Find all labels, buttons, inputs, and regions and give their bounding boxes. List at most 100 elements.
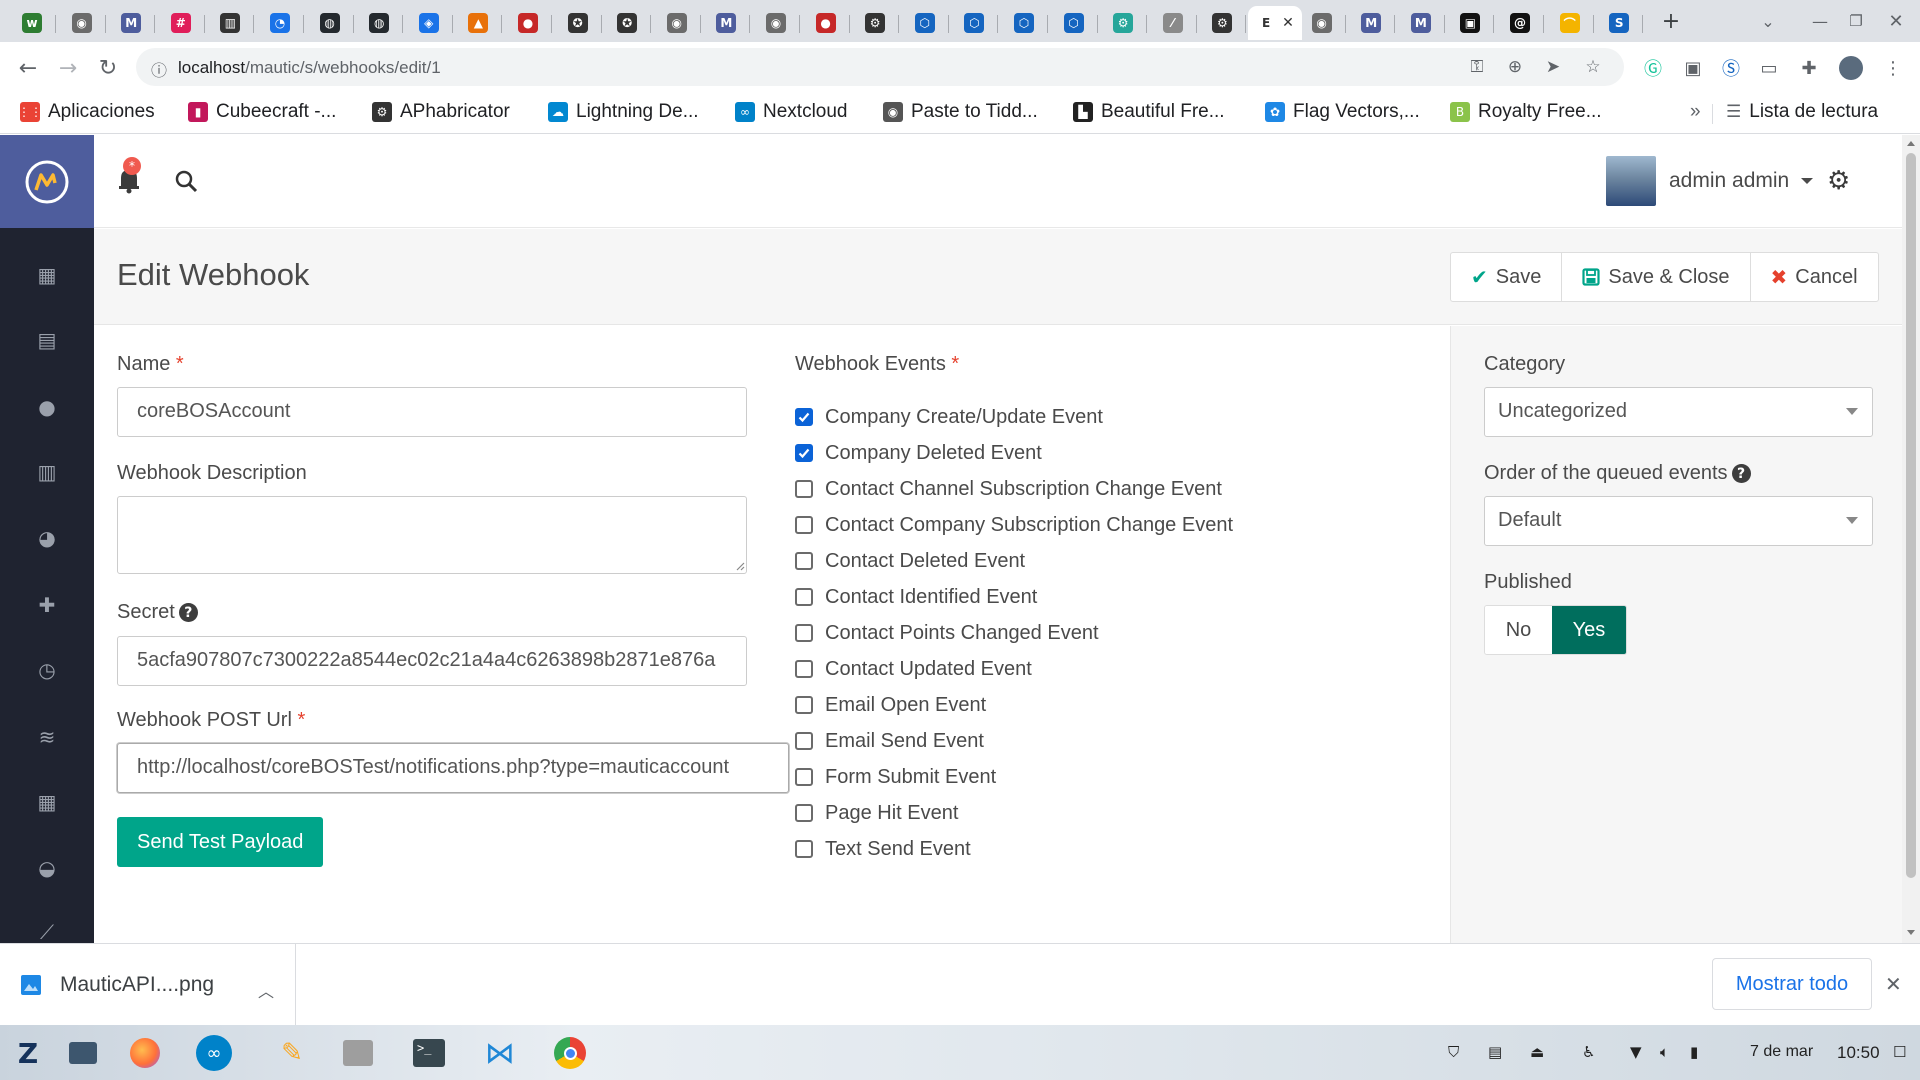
- help-icon[interactable]: ?: [1731, 464, 1751, 484]
- event-checkbox-row[interactable]: Contact Company Subscription Change Even…: [795, 510, 1233, 540]
- browser-tab[interactable]: ⚙: [1099, 6, 1148, 40]
- browser-tab[interactable]: E ✕: [1248, 6, 1302, 40]
- browser-tab[interactable]: ◉: [1298, 6, 1346, 40]
- close-downloads-icon[interactable]: ✕: [1885, 972, 1902, 996]
- close-window-button[interactable]: ✕: [1880, 5, 1912, 37]
- bookmarks-overflow-button[interactable]: »: [1690, 99, 1701, 125]
- secret-input[interactable]: 5acfa907807c7300222a8544ec02c21a4a4c6263…: [117, 636, 747, 686]
- browser-tab[interactable]: w: [8, 6, 56, 40]
- zoom-icon[interactable]: ⊕: [1504, 57, 1526, 79]
- contacts-icon[interactable]: ●: [27, 392, 67, 422]
- save-button[interactable]: ✔ Save: [1451, 253, 1563, 301]
- browser-tab[interactable]: @: [1496, 6, 1544, 40]
- reading-list-button[interactable]: ☰ Lista de lectura: [1726, 99, 1878, 125]
- url-text[interactable]: localhost/mautic/s/webhooks/edit/1: [178, 58, 441, 78]
- browser-tab[interactable]: ◉: [653, 6, 701, 40]
- send-icon[interactable]: ➤: [1542, 57, 1564, 79]
- show-all-button[interactable]: Mostrar todo: [1712, 958, 1872, 1010]
- settings-gear-icon[interactable]: ⚙: [1827, 166, 1850, 196]
- notifications-icon[interactable]: ☐: [1893, 1043, 1906, 1061]
- browser-tab[interactable]: ▣: [1446, 6, 1495, 40]
- files-icon[interactable]: [63, 1033, 103, 1073]
- grammarly-icon[interactable]: Ⓖ: [1640, 55, 1666, 81]
- download-options-chevron-icon[interactable]: ︿: [258, 978, 274, 1002]
- notifications-bell-icon[interactable]: *: [114, 157, 144, 195]
- browser-tab[interactable]: ⬡: [1000, 6, 1048, 40]
- browser-tab[interactable]: ⬡: [1050, 6, 1098, 40]
- search-icon[interactable]: [174, 169, 198, 193]
- mautic-logo[interactable]: [0, 135, 94, 228]
- event-checkbox-row[interactable]: Contact Identified Event: [795, 582, 1037, 612]
- browser-tab[interactable]: ●: [504, 6, 552, 40]
- points-icon[interactable]: ◷: [27, 655, 67, 685]
- event-checkbox[interactable]: [795, 804, 813, 822]
- channels-icon[interactable]: ≋: [27, 722, 67, 752]
- browser-tab[interactable]: #: [157, 6, 205, 40]
- event-checkbox-row[interactable]: Contact Deleted Event: [795, 546, 1025, 576]
- dashboard-icon[interactable]: ▦: [27, 260, 67, 290]
- vscode-icon[interactable]: ⋈: [480, 1033, 520, 1073]
- bookmark-item[interactable]: ⚙ APhabricator: [372, 99, 510, 125]
- browser-tab[interactable]: ◈: [405, 6, 453, 40]
- event-checkbox-row[interactable]: Company Create/Update Event: [795, 402, 1103, 432]
- browser-tab[interactable]: ◉: [752, 6, 800, 40]
- profile-avatar-icon[interactable]: [1838, 55, 1864, 81]
- key-icon[interactable]: ⚿: [1466, 57, 1488, 79]
- s-extension-icon[interactable]: Ⓢ: [1718, 55, 1744, 81]
- reload-button[interactable]: ↻: [92, 52, 124, 84]
- browser-tab[interactable]: ▲: [454, 6, 503, 40]
- user-menu[interactable]: admin admin: [1669, 169, 1814, 193]
- event-checkbox[interactable]: [795, 444, 813, 462]
- cast-icon[interactable]: ▭: [1756, 55, 1782, 81]
- event-checkbox[interactable]: [795, 624, 813, 642]
- tab-search-button[interactable]: ⌄: [1752, 5, 1784, 37]
- event-checkbox-row[interactable]: Email Open Event: [795, 690, 986, 720]
- user-avatar[interactable]: [1606, 156, 1656, 206]
- event-checkbox[interactable]: [795, 480, 813, 498]
- browser-tab[interactable]: ◉: [58, 6, 106, 40]
- event-checkbox[interactable]: [795, 660, 813, 678]
- file-manager-icon[interactable]: [338, 1033, 378, 1073]
- eject-icon[interactable]: ⏏: [1530, 1043, 1544, 1061]
- zorin-menu-icon[interactable]: Z: [8, 1033, 48, 1073]
- send-test-payload-button[interactable]: Send Test Payload: [117, 817, 324, 867]
- event-checkbox[interactable]: [795, 408, 813, 426]
- components-icon[interactable]: ✚: [27, 590, 67, 620]
- event-checkbox-row[interactable]: Contact Updated Event: [795, 654, 1032, 684]
- page-scrollbar[interactable]: [1902, 135, 1920, 943]
- restore-button[interactable]: ❐: [1840, 5, 1872, 37]
- taskbar-date[interactable]: 7 de mar: [1750, 1043, 1813, 1061]
- close-tab-icon[interactable]: ✕: [1282, 15, 1294, 31]
- order-select[interactable]: Default: [1484, 496, 1873, 546]
- calendar-icon[interactable]: ▤: [27, 325, 67, 355]
- event-checkbox[interactable]: [795, 588, 813, 606]
- wifi-icon[interactable]: ▼: [1630, 1043, 1642, 1061]
- browser-tab[interactable]: M: [1397, 6, 1445, 40]
- editor-pencil-icon[interactable]: ✎: [272, 1033, 312, 1073]
- bookmark-item[interactable]: ▙ Beautiful Fre...: [1073, 99, 1225, 125]
- bookmark-item[interactable]: ✿ Flag Vectors,...: [1265, 99, 1420, 125]
- browser-tab[interactable]: M: [702, 6, 751, 40]
- chrome-icon[interactable]: [550, 1033, 590, 1073]
- browser-tab[interactable]: S: [1595, 6, 1644, 40]
- event-checkbox-row[interactable]: Contact Points Changed Event: [795, 618, 1099, 648]
- event-checkbox-row[interactable]: Contact Channel Subscription Change Even…: [795, 474, 1222, 504]
- scroll-down-arrow-icon[interactable]: [1907, 930, 1915, 935]
- back-button[interactable]: ←: [12, 52, 44, 84]
- scrollbar-thumb[interactable]: [1906, 153, 1916, 878]
- download-item[interactable]: MauticAPI....png: [20, 966, 214, 1004]
- bookmark-item[interactable]: ☁ Lightning De...: [548, 99, 699, 125]
- browser-tab[interactable]: ◔: [256, 6, 304, 40]
- extension-icon[interactable]: ▣: [1680, 55, 1706, 81]
- firefox-icon[interactable]: [125, 1033, 165, 1073]
- segments-icon[interactable]: ◕: [27, 523, 67, 553]
- published-yes-button[interactable]: Yes: [1552, 606, 1626, 654]
- browser-tab[interactable]: ⬡: [901, 6, 949, 40]
- bookmark-item[interactable]: B Royalty Free...: [1450, 99, 1602, 125]
- browser-tab[interactable]: ◍: [306, 6, 354, 40]
- event-checkbox[interactable]: [795, 696, 813, 714]
- browser-tab[interactable]: ✪: [554, 6, 602, 40]
- site-info-icon[interactable]: ⓘ: [148, 57, 170, 80]
- browser-tab[interactable]: ✪: [603, 6, 652, 40]
- companies-icon[interactable]: ▥: [27, 457, 67, 487]
